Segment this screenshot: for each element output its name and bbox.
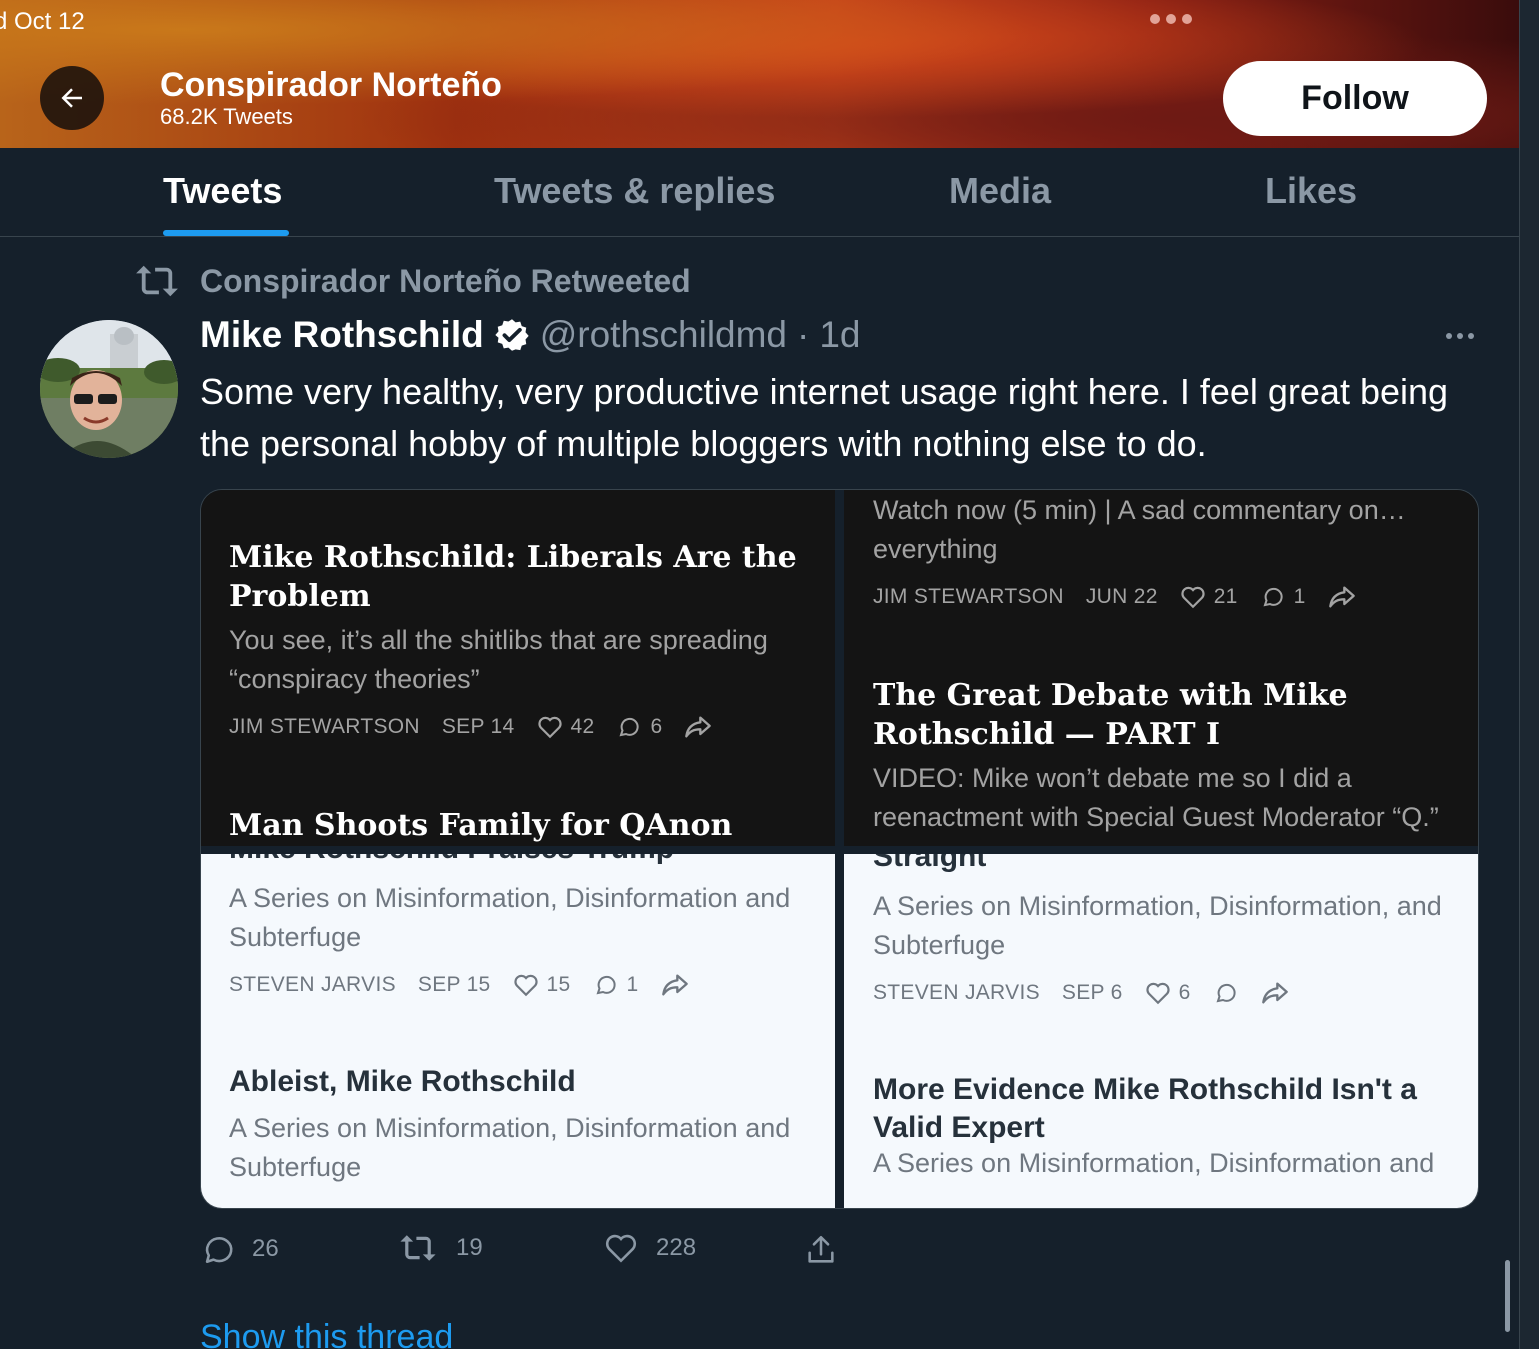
article-meta: STEVEN JARVIS SEP 15 15 1 [229, 972, 689, 998]
separator-dot: · [797, 314, 810, 355]
article-title: The Great Debate with Mike Rothschild — … [873, 678, 1348, 752]
share-arrow-icon [661, 974, 688, 996]
tweet-actions: 26 19 228 [200, 1232, 900, 1272]
share-arrow-icon [1261, 982, 1288, 1004]
follow-button[interactable]: Follow [1223, 61, 1487, 136]
profile-tabs: Tweets Tweets & replies Media Likes [0, 148, 1519, 237]
comment-icon [596, 975, 616, 995]
article-meta: JIM STEWARTSON JUN 22 21 1 [873, 584, 1356, 610]
article-title: Man Shoots Family for QAnon [229, 808, 733, 843]
article-author: STEVEN JARVIS [229, 973, 396, 996]
scrollbar-track[interactable] [1519, 0, 1539, 1349]
tab-tweets[interactable]: Tweets [163, 170, 282, 212]
article-subtitle: A Series on Misinformation, Disinformati… [229, 883, 791, 952]
article-title: Ableist, Mike Rothschild [229, 1065, 576, 1098]
profile-name: Conspirador Norteño [160, 66, 502, 104]
media-panel-bottom-left: Mike Rothschild Praises Trump A Series o… [201, 854, 835, 1208]
article-subtitle: A Series on Misinformation, Disinformati… [873, 1148, 1435, 1178]
share-arrow-icon [1328, 586, 1355, 608]
heart-icon [605, 1234, 637, 1263]
article-date: SEP 6 [1061, 981, 1123, 1004]
share-icon [808, 1235, 834, 1263]
heart-icon [1181, 586, 1205, 609]
article-meta: STEVEN JARVIS SEP 6 6 [873, 980, 1289, 1006]
author-handle[interactable]: @rothschildmd [540, 314, 787, 356]
like-count: 15 [546, 973, 571, 996]
arrow-left-icon [61, 88, 82, 108]
media-panel-top-left: Mike Rothschild: Liberals Are the Proble… [201, 490, 835, 846]
article-subtitle: You see, it’s all the shitlibs that are … [229, 625, 768, 694]
avatar-photo [40, 320, 178, 458]
article-date: SEP 14 [441, 715, 515, 738]
article-date: SEP 15 [417, 973, 491, 996]
heart-icon [537, 716, 562, 739]
comment-count: 1 [626, 973, 639, 996]
article-title: More Evidence Mike Rothschild Isn't a Va… [873, 1073, 1417, 1144]
like-count: 42 [570, 715, 595, 738]
verified-badge-icon [495, 319, 529, 351]
article-title-cut: Mike Rothschild Praises Trump [229, 854, 674, 866]
tweet-media-image[interactable]: Mike Rothschild: Liberals Are the Proble… [200, 489, 1479, 1209]
retweet-context[interactable]: Conspirador Norteño Retweeted [134, 262, 691, 300]
tweet-text: Some very healthy, very productive inter… [200, 371, 1449, 464]
retweet-icon [400, 1235, 436, 1261]
media-panel-top-right: Watch now (5 min) | A sad commentary on…… [844, 490, 1478, 846]
status-time: d Oct 12 [0, 8, 85, 35]
scrollbar-thumb[interactable] [1505, 1260, 1510, 1332]
article-subtitle: Watch now (5 min) | A sad commentary on…… [873, 495, 1406, 564]
more-options-icon[interactable] [1446, 333, 1474, 339]
article-subtitle: VIDEO: Mike won’t debate me so I did a r… [873, 763, 1439, 832]
active-tab-indicator [163, 230, 289, 236]
show-thread-link[interactable]: Show this thread [200, 1318, 453, 1349]
like-count: 21 [1213, 585, 1238, 608]
retweet-count: 19 [456, 1234, 483, 1261]
tweet-author-row: Mike Rothschild @rothschildmd · 1d [200, 314, 861, 356]
article-author: JIM STEWARTSON [229, 715, 420, 738]
avatar[interactable] [40, 320, 178, 458]
tab-likes[interactable]: Likes [1265, 170, 1357, 212]
media-panel-bottom-right: Straight A Series on Misinformation, Dis… [844, 854, 1478, 1208]
like-button[interactable]: 228 [604, 1232, 696, 1264]
heart-icon [1145, 982, 1170, 1005]
article-date: JUN 22 [1085, 585, 1158, 608]
tweet-time[interactable]: 1d [819, 314, 860, 356]
like-count: 228 [656, 1234, 697, 1261]
back-button[interactable] [40, 66, 104, 130]
author-name[interactable]: Mike Rothschild [200, 314, 484, 356]
tweet-count: 68.2K Tweets [160, 104, 293, 129]
reply-button[interactable]: 26 [200, 1232, 279, 1266]
comment-icon [1263, 587, 1283, 607]
article-subtitle: A Series on Misinformation, Disinformati… [873, 891, 1442, 960]
profile-header-banner: d Oct 12 Conspirador Norteño 68.2K Tweet… [0, 0, 1519, 148]
reply-icon [205, 1237, 233, 1264]
tab-media[interactable]: Media [949, 170, 1051, 212]
article-meta: JIM STEWARTSON SEP 14 42 6 [229, 714, 712, 740]
like-count: 6 [1178, 981, 1191, 1004]
article-author: STEVEN JARVIS [873, 981, 1040, 1004]
comment-icon [619, 717, 640, 737]
retweet-label: Conspirador Norteño Retweeted [200, 262, 691, 299]
article-title: Mike Rothschild: Liberals Are the Proble… [229, 540, 797, 614]
retweet-button[interactable]: 19 [398, 1232, 483, 1264]
multitask-dots-icon[interactable] [1150, 14, 1192, 24]
reply-count: 26 [252, 1235, 279, 1262]
tab-tweets-replies[interactable]: Tweets & replies [494, 170, 775, 212]
share-button[interactable] [804, 1232, 838, 1268]
heart-icon [513, 974, 538, 997]
comment-count: 6 [650, 715, 663, 738]
share-arrow-icon [685, 716, 712, 738]
retweet-icon [136, 265, 178, 297]
article-subtitle: A Series on Misinformation, Disinformati… [229, 1113, 791, 1182]
article-author: JIM STEWARTSON [873, 585, 1064, 608]
comment-count: 1 [1293, 585, 1306, 608]
article-title-cut: Straight [873, 854, 987, 873]
comment-icon [1216, 983, 1236, 1003]
